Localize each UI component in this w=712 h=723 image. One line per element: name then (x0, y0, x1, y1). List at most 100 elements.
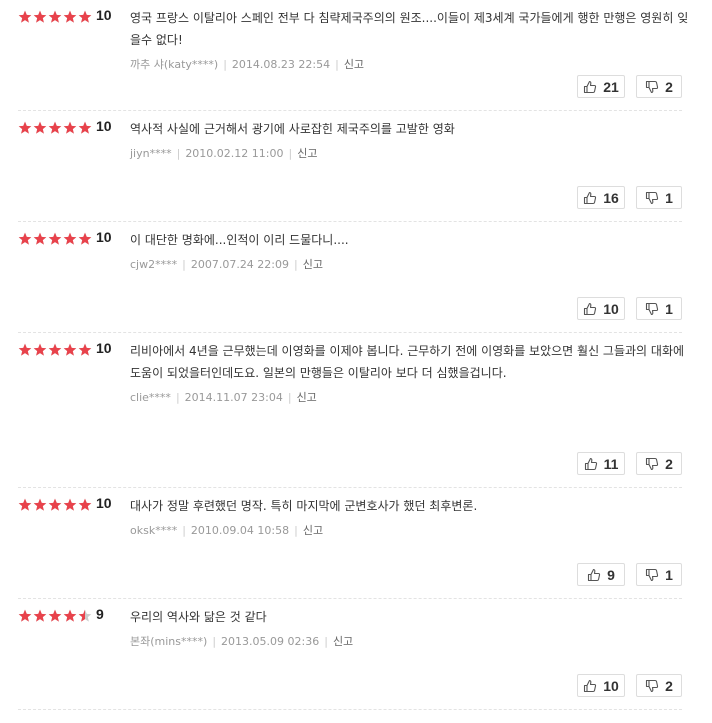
divider: | (294, 524, 298, 537)
review-author[interactable]: clie**** (130, 391, 171, 404)
review-item: 10 이 대단한 명화에...인적이 이리 드물다니.... cjw2**** |… (18, 222, 682, 333)
like-count: 11 (603, 455, 619, 472)
star-icon (48, 10, 62, 23)
thumbs-down-icon (645, 302, 659, 316)
review-body: 역사적 사실에 근거해서 광기에 사로잡힌 제국주의를 고발한 영화 jiyn*… (130, 118, 690, 161)
thumbs-up-icon (583, 679, 597, 693)
review-item: 9 우리의 역사와 닮은 것 같다 본좌(mins****) | 2013.05.0… (18, 599, 682, 710)
thumbs-up-icon (583, 80, 597, 94)
star-icon (18, 343, 32, 356)
report-link[interactable]: 신고 (333, 633, 353, 649)
thumbs-down-icon (645, 568, 659, 582)
star-icon (18, 232, 32, 245)
star-rating (18, 498, 94, 512)
dislike-button[interactable]: 2 (636, 452, 682, 475)
dislike-count: 1 (665, 189, 673, 206)
report-link[interactable]: 신고 (297, 389, 317, 405)
report-link[interactable]: 신고 (303, 522, 323, 538)
thumbs-up-icon (587, 568, 601, 582)
vote-buttons: 10 2 (577, 674, 682, 697)
dislike-button[interactable]: 2 (636, 674, 682, 697)
dislike-count: 2 (665, 677, 673, 694)
thumbs-down-icon (645, 80, 659, 94)
review-item: 10 영국 프랑스 이탈리아 스페인 전부 다 침략제국주의의 원조....이들… (18, 0, 688, 111)
like-button[interactable]: 10 (577, 297, 625, 320)
rating-score: 10 (96, 7, 112, 23)
report-link[interactable]: 신고 (303, 256, 323, 272)
rating-score: 10 (96, 340, 112, 356)
star-icon (33, 232, 47, 245)
thumbs-up-icon (584, 457, 598, 471)
like-count: 21 (603, 78, 619, 95)
review-text: 우리의 역사와 닮은 것 같다 (130, 610, 267, 624)
star-rating (18, 232, 94, 246)
rating-score: 10 (96, 118, 112, 134)
star-icon (18, 498, 32, 511)
vote-buttons: 21 2 (577, 75, 682, 98)
rating-score: 9 (96, 606, 104, 622)
divider: | (324, 635, 328, 648)
review-author[interactable]: oksk**** (130, 524, 177, 537)
divider: | (176, 147, 181, 160)
review-text: 리비아에서 4년을 근무했는데 이영화를 이제야 봅니다. 근무하기 전에 이영… (130, 344, 685, 380)
dislike-count: 2 (665, 78, 673, 95)
review-date: 2007.07.24 22:09 (190, 258, 290, 271)
star-rating (18, 121, 94, 135)
thumbs-down-icon (645, 191, 659, 205)
star-icon (18, 10, 32, 23)
thumbs-up-icon (583, 302, 597, 316)
dislike-button[interactable]: 1 (636, 186, 682, 209)
divider: | (287, 391, 292, 404)
review-author[interactable]: 까추 샤(katy****) (130, 56, 218, 72)
star-icon (33, 10, 47, 23)
review-body: 우리의 역사와 닮은 것 같다 본좌(mins****) | 2013.05.09 … (130, 606, 690, 649)
dislike-button[interactable]: 1 (636, 297, 682, 320)
vote-buttons: 11 2 (577, 452, 682, 475)
like-button[interactable]: 21 (577, 75, 625, 98)
star-icon (63, 343, 77, 356)
rating-score: 10 (96, 495, 112, 511)
star-rating (18, 10, 94, 24)
vote-buttons: 9 1 (577, 563, 682, 586)
review-item: 10 대사가 정말 후련했던 명작. 특히 마지막에 군변호사가 했던 최후변론… (18, 488, 682, 599)
review-author[interactable]: 본좌(mins****) (130, 633, 207, 649)
star-icon (78, 609, 92, 622)
star-icon (78, 343, 92, 356)
like-count: 16 (603, 189, 619, 206)
star-icon (63, 232, 77, 245)
star-icon (18, 121, 32, 134)
review-meta: jiyn**** | 2010.02.12 11:00 | 신고 (130, 145, 690, 161)
review-date: 2010.02.12 11:00 (185, 147, 284, 160)
review-item: 10 리비아에서 4년을 근무했는데 이영화를 이제야 봅니다. 근무하기 전에… (18, 333, 684, 488)
dislike-button[interactable]: 1 (636, 563, 682, 586)
dislike-count: 1 (665, 300, 673, 317)
star-icon (33, 343, 47, 356)
review-body: 리비아에서 4년을 근무했는데 이영화를 이제야 봅니다. 근무하기 전에 이영… (130, 340, 690, 405)
like-button[interactable]: 11 (577, 452, 625, 475)
dislike-button[interactable]: 2 (636, 75, 682, 98)
like-button[interactable]: 10 (577, 674, 625, 697)
star-icon (78, 10, 92, 23)
like-count: 9 (607, 566, 615, 583)
review-text: 이 대단한 명화에...인적이 이리 드물다니.... (130, 233, 349, 247)
divider: | (212, 635, 217, 648)
review-meta: clie**** | 2014.11.07 23:04 | 신고 (130, 389, 690, 405)
like-button[interactable]: 9 (577, 563, 625, 586)
divider: | (182, 524, 186, 537)
review-date: 2014.08.23 22:54 (231, 58, 331, 71)
divider: | (182, 258, 186, 271)
like-button[interactable]: 16 (577, 186, 625, 209)
review-body: 대사가 정말 후련했던 명작. 특히 마지막에 군변호사가 했던 최후변론. o… (130, 495, 690, 538)
star-icon (63, 121, 77, 134)
report-link[interactable]: 신고 (344, 56, 364, 72)
star-icon (33, 609, 47, 622)
dislike-count: 1 (665, 566, 673, 583)
star-icon (48, 343, 62, 356)
star-icon (33, 121, 47, 134)
review-author[interactable]: jiyn**** (130, 147, 172, 160)
divider: | (335, 58, 339, 71)
dislike-count: 2 (665, 455, 673, 472)
review-author[interactable]: cjw2**** (130, 258, 177, 271)
review-date: 2013.05.09 02:36 (221, 635, 320, 648)
report-link[interactable]: 신고 (297, 145, 317, 161)
